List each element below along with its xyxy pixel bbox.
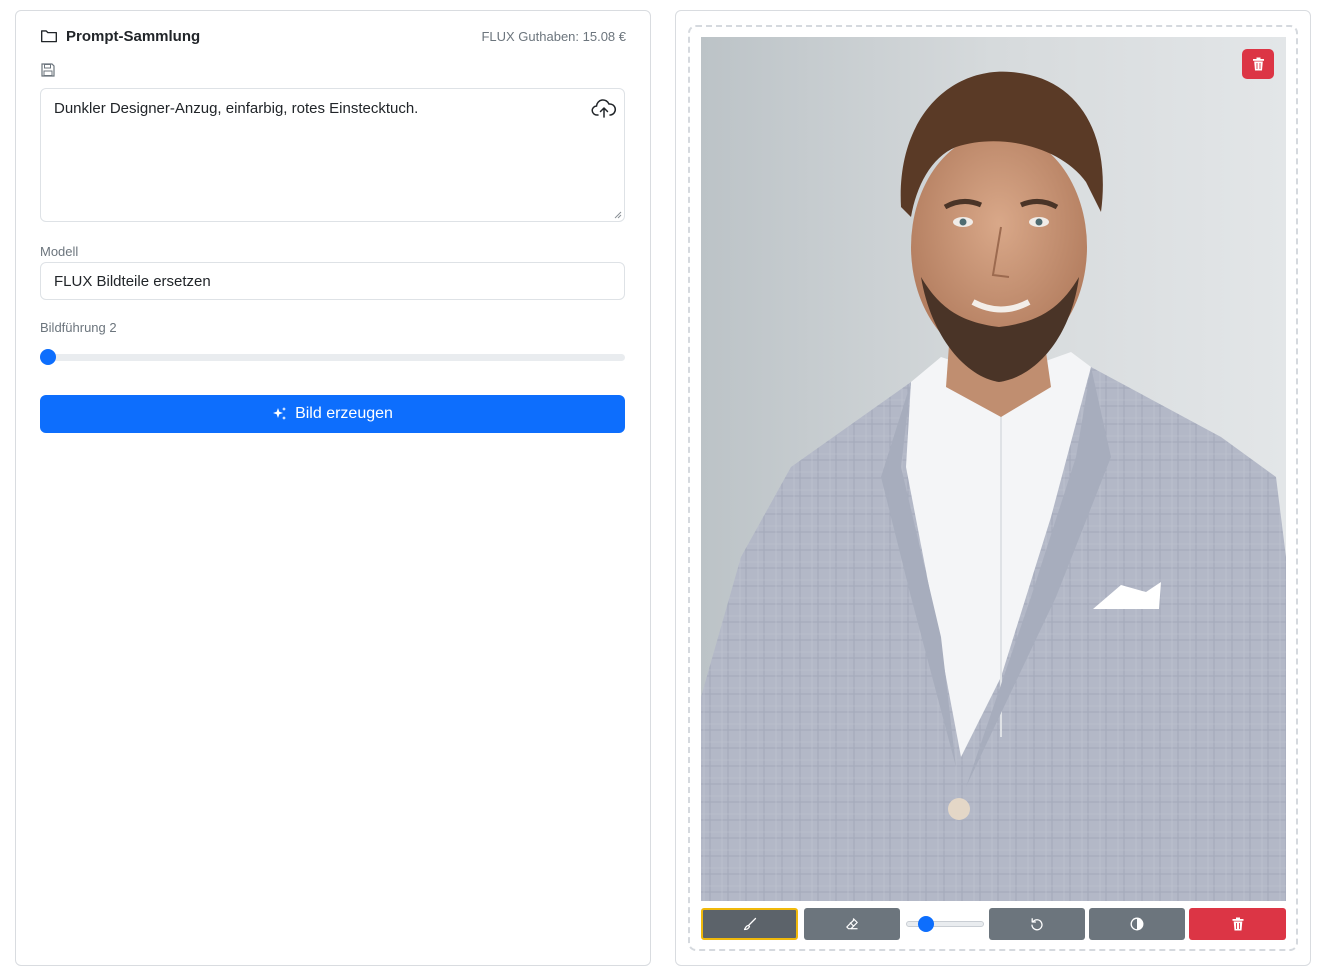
delete-image-button[interactable]	[1242, 49, 1274, 79]
generate-image-label: Bild erzeugen	[295, 405, 393, 422]
brush-tool-button[interactable]	[701, 908, 798, 940]
prompt-panel: Prompt-Sammlung FLUX Guthaben: 15.08 € D…	[15, 10, 651, 966]
floppy-disk-icon[interactable]	[40, 62, 56, 78]
brush-size-slider[interactable]	[906, 916, 984, 932]
guidance-slider-thumb[interactable]	[40, 349, 56, 365]
folder-icon[interactable]	[40, 27, 58, 45]
trash-icon	[1252, 57, 1264, 71]
guidance-slider-track	[40, 354, 625, 361]
undo-button[interactable]	[989, 908, 1085, 940]
cloud-upload-icon[interactable]	[591, 98, 617, 120]
trash-icon	[1232, 917, 1243, 931]
undo-icon	[1031, 918, 1043, 931]
prompt-collection-title[interactable]: Prompt-Sammlung	[66, 28, 200, 45]
guidance-slider[interactable]	[40, 348, 625, 366]
mask-toolbar	[701, 908, 1286, 940]
sparkles-icon	[273, 407, 287, 420]
model-select[interactable]: FLUX Bildteile ersetzen	[40, 262, 625, 300]
model-label: Modell	[40, 244, 79, 259]
generate-image-button[interactable]: Bild erzeugen	[40, 395, 625, 433]
resize-handle-icon[interactable]	[613, 210, 622, 219]
flux-credit-balance: FLUX Guthaben: 15.08 €	[481, 28, 626, 44]
clear-mask-button[interactable]	[1189, 908, 1286, 940]
contrast-icon	[1130, 917, 1144, 931]
model-select-value: FLUX Bildteile ersetzen	[54, 273, 211, 290]
prompt-textarea[interactable]: Dunkler Designer-Anzug, einfarbig, rotes…	[40, 88, 625, 222]
guidance-label: Bildführung 2	[40, 320, 117, 335]
mask-canvas-image[interactable]	[701, 37, 1286, 901]
brush-icon	[743, 917, 756, 931]
image-dropzone[interactable]	[688, 25, 1298, 951]
brush-size-thumb[interactable]	[918, 916, 935, 932]
image-panel	[675, 10, 1311, 966]
invert-mask-button[interactable]	[1089, 908, 1185, 940]
panel-header: Prompt-Sammlung FLUX Guthaben: 15.08 €	[40, 25, 626, 47]
eraser-tool-button[interactable]	[804, 908, 900, 940]
eraser-icon	[846, 918, 858, 930]
portrait-photo	[701, 37, 1286, 901]
prompt-text: Dunkler Designer-Anzug, einfarbig, rotes…	[54, 100, 419, 117]
